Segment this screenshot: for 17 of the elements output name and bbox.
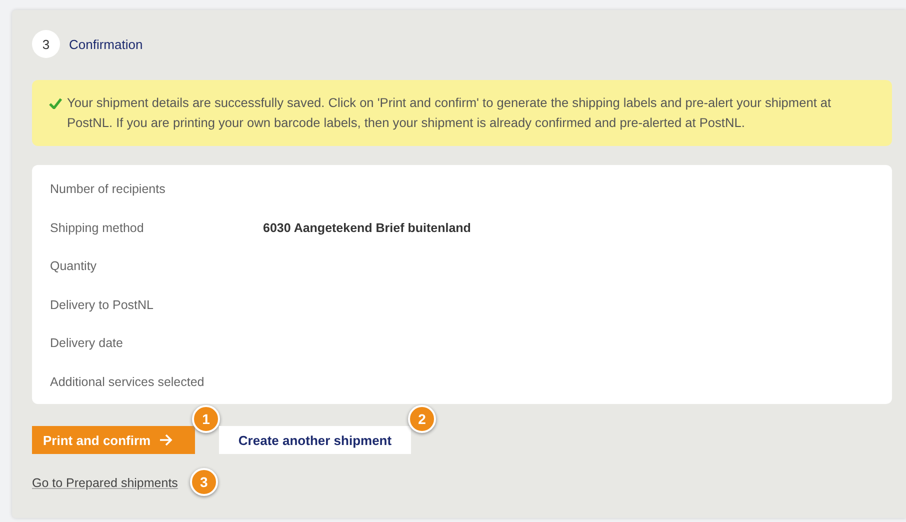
arrow-icon	[158, 434, 173, 446]
check-icon	[49, 98, 62, 109]
detail-label: Shipping method	[50, 220, 145, 235]
detail-label: Delivery to PostNL	[50, 298, 155, 312]
callout-badge: 3	[190, 468, 218, 496]
create-shipment-button[interactable]: Create another shipment	[219, 426, 411, 454]
callout-badge: 2	[408, 405, 436, 433]
callout-badge: 1	[192, 405, 220, 433]
step-number: 3	[32, 30, 60, 58]
detail-value: 6030 Aangetekend Brief buitenland	[263, 220, 471, 235]
detail-label: Additional services selected	[50, 374, 206, 389]
detail-label: Quantity	[50, 259, 98, 274]
step-title: Confirmation	[69, 36, 143, 52]
prepared-shipments-link[interactable]: Go to Prepared shipments	[32, 476, 178, 490]
notice-text: Your shipment details are successfully saved. Click on 'Print and confirm' to generate the shipping labels and pre-alert your shipment at PostNL. If you are printing your own barcode labels, then your shipment is already confirmed and pre-alerted at PostNL.	[67, 94, 832, 132]
detail-label: Delivery date	[50, 336, 124, 350]
detail-label: Number of recipients	[50, 182, 166, 196]
